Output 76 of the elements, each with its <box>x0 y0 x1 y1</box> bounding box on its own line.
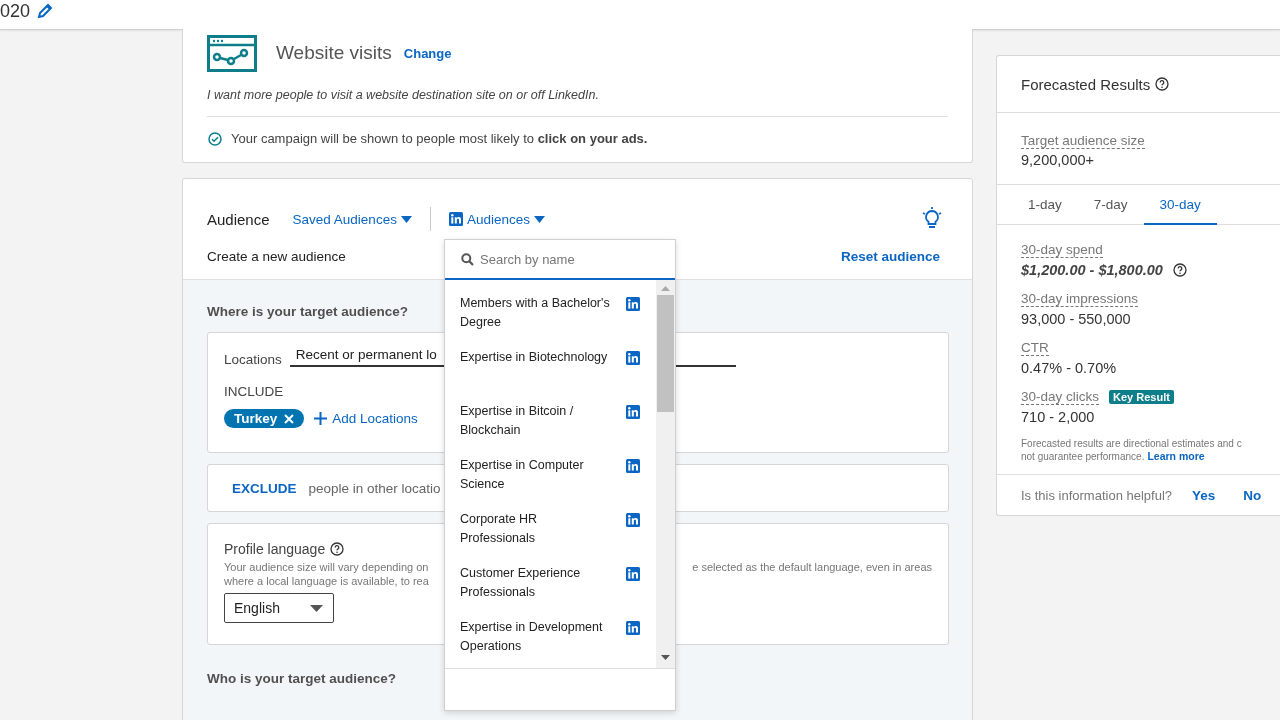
audience-option[interactable]: Members with a Bachelor's Degree <box>445 294 656 348</box>
metric-label[interactable]: Target audience size <box>1021 133 1145 149</box>
change-link[interactable]: Change <box>403 45 452 61</box>
audience-option[interactable]: Expertise in Biotechnology <box>445 348 656 402</box>
linkedin-logo-icon <box>448 212 463 226</box>
linkedin-logo-icon <box>626 621 640 635</box>
exclude-text: people in other locatio <box>308 480 441 496</box>
plus-icon <box>314 412 328 425</box>
disclaimer-text: Forecasted results are directional estimates and c <box>1021 438 1243 449</box>
audience-option[interactable]: Customer Experience Professionals <box>445 564 656 618</box>
profile-language-title: Profile language <box>224 541 326 557</box>
language-description: where a local language is available, to rea <box>224 575 430 587</box>
help-icon[interactable] <box>1155 77 1170 91</box>
reset-audience-link[interactable]: Reset audience <box>840 249 940 264</box>
metric-value: 710 - 2,000 <box>1021 409 1095 425</box>
objective-description: I want more people to visit a website destination site on or off LinkedIn. <box>207 88 948 117</box>
metric-label[interactable]: CTR <box>1021 340 1049 356</box>
language-description: Your audience size will vary depending on <box>224 561 429 573</box>
metric-value: 93,000 - 550,000 <box>1021 311 1131 327</box>
key-result-badge: Key Result <box>1109 390 1174 404</box>
lightbulb-icon[interactable] <box>922 207 942 231</box>
exclude-link[interactable]: EXCLUDE <box>232 480 297 496</box>
search-field[interactable]: Search by name <box>480 251 650 267</box>
objective-title: Website visits <box>276 42 392 64</box>
audience-option[interactable]: Expertise in Development Operations <box>445 618 656 668</box>
saved-audiences-dropdown[interactable]: Saved Audiences <box>292 211 412 227</box>
metric-label[interactable]: 30-day clicks <box>1021 389 1100 405</box>
location-chip[interactable]: Turkey <box>224 409 305 428</box>
forecast-title: Forecasted Results <box>1021 75 1151 93</box>
search-icon <box>461 252 474 266</box>
create-audience-label: Create a new audience <box>207 249 346 264</box>
linkedin-logo-icon <box>626 297 640 311</box>
browser-chart-icon <box>207 34 257 72</box>
linkedin-logo-icon <box>626 567 640 581</box>
caret-icon <box>310 604 323 612</box>
metric-label[interactable]: 30-day spend <box>1021 242 1103 258</box>
period-tab[interactable]: 30-day <box>1143 185 1217 225</box>
help-icon[interactable] <box>330 542 345 556</box>
metric-value: 9,200,000+ <box>1021 152 1094 168</box>
audience-option[interactable]: Corporate HR Professionals <box>445 510 656 564</box>
caret-icon <box>400 215 412 223</box>
language-description: e selected as the default language, even in areas <box>692 561 932 573</box>
period-tab[interactable]: 7-day <box>1077 185 1144 225</box>
scrollbar-thumb[interactable] <box>657 295 674 412</box>
no-button[interactable]: No <box>1243 487 1262 503</box>
linkedin-logo-icon <box>626 351 640 365</box>
helpful-question: Is this information helpful? <box>1021 487 1173 503</box>
metric-value: $1,200.00 - $1,800.00 <box>1021 262 1163 278</box>
help-icon[interactable] <box>1172 263 1187 277</box>
language-select[interactable]: English <box>224 593 334 623</box>
pencil-icon[interactable] <box>36 2 55 20</box>
learn-more-link[interactable]: Learn more <box>1147 450 1205 462</box>
audience-option[interactable]: Expertise in Bitcoin / Blockchain <box>445 402 656 456</box>
caret-icon <box>533 215 545 223</box>
check-circle-icon <box>208 131 222 146</box>
section-heading: Where is your target audience? <box>207 304 410 319</box>
linkedin-logo-icon <box>626 459 640 473</box>
section-heading: Who is your target audience? <box>207 671 398 686</box>
linkedin-logo-icon <box>626 513 640 527</box>
campaign-note: Your campaign will be shown to people most likely to click on your ads. <box>231 131 648 146</box>
metric-label[interactable]: 30-day impressions <box>1021 291 1139 307</box>
metric-value: 0.47% - 0.70% <box>1021 360 1117 376</box>
period-tab[interactable]: 1-day <box>1012 185 1078 225</box>
add-locations-link[interactable]: Add Locations <box>314 411 418 426</box>
close-icon[interactable] <box>284 413 295 424</box>
audiences-dropdown[interactable]: Audiences <box>448 211 545 227</box>
campaign-title: 020 <box>0 1 31 21</box>
scrollbar[interactable] <box>656 280 675 668</box>
include-label: INCLUDE <box>224 384 285 399</box>
disclaimer-text: not guarantee performance. <box>1021 451 1145 462</box>
linkedin-logo-icon <box>626 405 640 419</box>
audience-option[interactable]: Expertise in Computer Science <box>445 456 656 510</box>
scroll-down-icon[interactable] <box>661 655 670 660</box>
yes-button[interactable]: Yes <box>1192 487 1216 503</box>
audience-title: Audience <box>207 210 270 228</box>
locations-label: Locations <box>224 352 282 367</box>
